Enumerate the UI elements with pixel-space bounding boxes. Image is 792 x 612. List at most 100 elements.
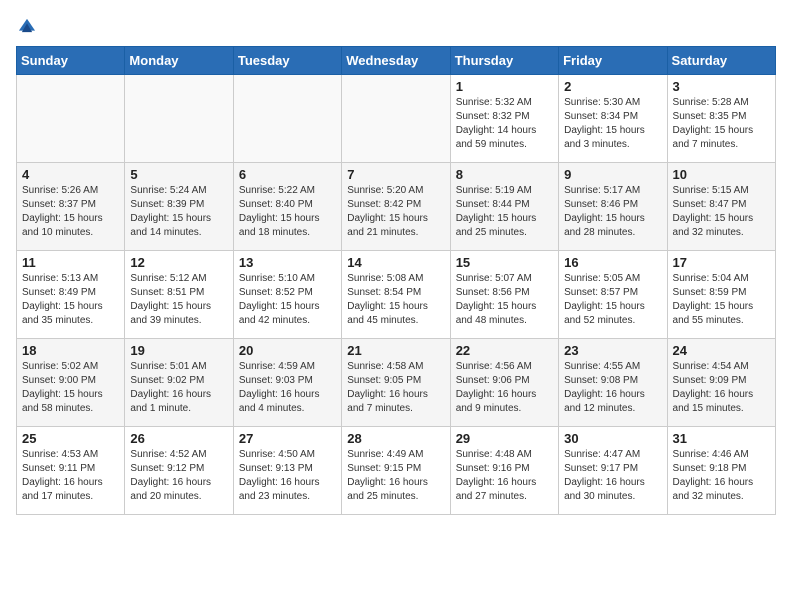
day-number: 27 [239, 431, 336, 446]
page-header [16, 16, 776, 38]
calendar-table: SundayMondayTuesdayWednesdayThursdayFrid… [16, 46, 776, 515]
calendar-cell [233, 75, 341, 163]
day-info: Sunrise: 4:52 AMSunset: 9:12 PMDaylight:… [130, 448, 227, 504]
calendar-cell: 8 Sunrise: 5:19 AMSunset: 8:44 PMDaylight… [450, 163, 558, 251]
calendar-cell: 27 Sunrise: 4:50 AMSunset: 9:13 PMDayligh… [233, 427, 341, 515]
day-number: 16 [564, 255, 661, 270]
day-info: Sunrise: 5:28 AMSunset: 8:35 PMDaylight:… [673, 96, 770, 152]
day-number: 5 [130, 167, 227, 182]
day-number: 13 [239, 255, 336, 270]
logo-icon [16, 16, 38, 38]
day-info: Sunrise: 5:30 AMSunset: 8:34 PMDaylight:… [564, 96, 661, 152]
calendar-cell: 4 Sunrise: 5:26 AMSunset: 8:37 PMDaylight… [17, 163, 125, 251]
calendar-cell: 29Sunrise: 4:48 AMSunset: 9:16 PMDayligh… [450, 427, 558, 515]
day-number: 19 [130, 343, 227, 358]
calendar-cell [17, 75, 125, 163]
column-header-thursday: Thursday [450, 47, 558, 75]
day-number: 2 [564, 79, 661, 94]
column-header-wednesday: Wednesday [342, 47, 450, 75]
calendar-cell: 15Sunrise: 5:07 AMSunset: 8:56 PMDayligh… [450, 251, 558, 339]
calendar-cell: 13 Sunrise: 5:10 AMSunset: 8:52 PMDayligh… [233, 251, 341, 339]
day-info: Sunrise: 4:46 AMSunset: 9:18 PMDaylight:… [673, 448, 770, 504]
column-header-tuesday: Tuesday [233, 47, 341, 75]
calendar-cell: 1 Sunrise: 5:32 AMSunset: 8:32 PMDaylight… [450, 75, 558, 163]
day-info: Sunrise: 5:24 AMSunset: 8:39 PMDaylight:… [130, 184, 227, 240]
calendar-week-2: 4 Sunrise: 5:26 AMSunset: 8:37 PMDaylight… [17, 163, 776, 251]
day-number: 23 [564, 343, 661, 358]
day-number: 6 [239, 167, 336, 182]
column-header-friday: Friday [559, 47, 667, 75]
calendar-cell: 14Sunrise: 5:08 AMSunset: 8:54 PMDayligh… [342, 251, 450, 339]
day-number: 15 [456, 255, 553, 270]
day-number: 7 [347, 167, 444, 182]
calendar-cell: 3 Sunrise: 5:28 AMSunset: 8:35 PMDaylight… [667, 75, 775, 163]
day-info: Sunrise: 5:32 AMSunset: 8:32 PMDaylight:… [456, 96, 553, 152]
calendar-week-1: 1 Sunrise: 5:32 AMSunset: 8:32 PMDaylight… [17, 75, 776, 163]
day-info: Sunrise: 5:04 AMSunset: 8:59 PMDaylight:… [673, 272, 770, 328]
day-number: 4 [22, 167, 119, 182]
column-header-sunday: Sunday [17, 47, 125, 75]
day-info: Sunrise: 4:59 AMSunset: 9:03 PMDaylight:… [239, 360, 336, 416]
day-info: Sunrise: 4:49 AMSunset: 9:15 PMDaylight:… [347, 448, 444, 504]
day-info: Sunrise: 5:26 AMSunset: 8:37 PMDaylight:… [22, 184, 119, 240]
calendar-cell: 16 Sunrise: 5:05 AMSunset: 8:57 PMDayligh… [559, 251, 667, 339]
day-number: 25 [22, 431, 119, 446]
day-info: Sunrise: 5:19 AMSunset: 8:44 PMDaylight:… [456, 184, 553, 240]
calendar-cell: 6Sunrise: 5:22 AMSunset: 8:40 PMDaylight… [233, 163, 341, 251]
day-number: 12 [130, 255, 227, 270]
day-number: 24 [673, 343, 770, 358]
day-info: Sunrise: 4:53 AMSunset: 9:11 PMDaylight:… [22, 448, 119, 504]
day-info: Sunrise: 4:48 AMSunset: 9:16 PMDaylight:… [456, 448, 553, 504]
day-info: Sunrise: 5:01 AMSunset: 9:02 PMDaylight:… [130, 360, 227, 416]
calendar-week-5: 25 Sunrise: 4:53 AMSunset: 9:11 PMDayligh… [17, 427, 776, 515]
calendar-header: SundayMondayTuesdayWednesdayThursdayFrid… [17, 47, 776, 75]
day-number: 26 [130, 431, 227, 446]
calendar-cell: 22Sunrise: 4:56 AMSunset: 9:06 PMDayligh… [450, 339, 558, 427]
calendar-cell: 9Sunrise: 5:17 AMSunset: 8:46 PMDaylight… [559, 163, 667, 251]
calendar-cell: 5 Sunrise: 5:24 AMSunset: 8:39 PMDaylight… [125, 163, 233, 251]
calendar-cell: 2 Sunrise: 5:30 AMSunset: 8:34 PMDaylight… [559, 75, 667, 163]
calendar-cell: 19 Sunrise: 5:01 AMSunset: 9:02 PMDayligh… [125, 339, 233, 427]
day-number: 18 [22, 343, 119, 358]
day-number: 3 [673, 79, 770, 94]
day-info: Sunrise: 4:54 AMSunset: 9:09 PMDaylight:… [673, 360, 770, 416]
day-number: 31 [673, 431, 770, 446]
day-number: 21 [347, 343, 444, 358]
day-info: Sunrise: 4:47 AMSunset: 9:17 PMDaylight:… [564, 448, 661, 504]
day-info: Sunrise: 5:10 AMSunset: 8:52 PMDaylight:… [239, 272, 336, 328]
calendar-cell: 17Sunrise: 5:04 AMSunset: 8:59 PMDayligh… [667, 251, 775, 339]
calendar-cell [342, 75, 450, 163]
day-info: Sunrise: 5:08 AMSunset: 8:54 PMDaylight:… [347, 272, 444, 328]
day-info: Sunrise: 5:02 AMSunset: 9:00 PMDaylight:… [22, 360, 119, 416]
logo [16, 16, 42, 38]
column-header-saturday: Saturday [667, 47, 775, 75]
day-info: Sunrise: 5:17 AMSunset: 8:46 PMDaylight:… [564, 184, 661, 240]
day-number: 20 [239, 343, 336, 358]
calendar-cell: 10 Sunrise: 5:15 AMSunset: 8:47 PMDayligh… [667, 163, 775, 251]
calendar-week-3: 11 Sunrise: 5:13 AMSunset: 8:49 PMDayligh… [17, 251, 776, 339]
calendar-cell: 7 Sunrise: 5:20 AMSunset: 8:42 PMDaylight… [342, 163, 450, 251]
column-header-monday: Monday [125, 47, 233, 75]
day-info: Sunrise: 5:13 AMSunset: 8:49 PMDaylight:… [22, 272, 119, 328]
calendar-cell: 11 Sunrise: 5:13 AMSunset: 8:49 PMDayligh… [17, 251, 125, 339]
day-info: Sunrise: 5:20 AMSunset: 8:42 PMDaylight:… [347, 184, 444, 240]
day-info: Sunrise: 5:12 AMSunset: 8:51 PMDaylight:… [130, 272, 227, 328]
calendar-cell: 23 Sunrise: 4:55 AMSunset: 9:08 PMDayligh… [559, 339, 667, 427]
day-info: Sunrise: 4:55 AMSunset: 9:08 PMDaylight:… [564, 360, 661, 416]
day-info: Sunrise: 5:15 AMSunset: 8:47 PMDaylight:… [673, 184, 770, 240]
day-number: 10 [673, 167, 770, 182]
day-number: 28 [347, 431, 444, 446]
header-row: SundayMondayTuesdayWednesdayThursdayFrid… [17, 47, 776, 75]
calendar-cell: 30Sunrise: 4:47 AMSunset: 9:17 PMDayligh… [559, 427, 667, 515]
calendar-cell: 18 Sunrise: 5:02 AMSunset: 9:00 PMDayligh… [17, 339, 125, 427]
day-number: 1 [456, 79, 553, 94]
day-number: 11 [22, 255, 119, 270]
day-info: Sunrise: 4:50 AMSunset: 9:13 PMDaylight:… [239, 448, 336, 504]
day-info: Sunrise: 4:58 AMSunset: 9:05 PMDaylight:… [347, 360, 444, 416]
day-number: 8 [456, 167, 553, 182]
calendar-week-4: 18 Sunrise: 5:02 AMSunset: 9:00 PMDayligh… [17, 339, 776, 427]
calendar-body: 1 Sunrise: 5:32 AMSunset: 8:32 PMDaylight… [17, 75, 776, 515]
calendar-cell: 26 Sunrise: 4:52 AMSunset: 9:12 PMDayligh… [125, 427, 233, 515]
day-info: Sunrise: 5:05 AMSunset: 8:57 PMDaylight:… [564, 272, 661, 328]
day-number: 22 [456, 343, 553, 358]
